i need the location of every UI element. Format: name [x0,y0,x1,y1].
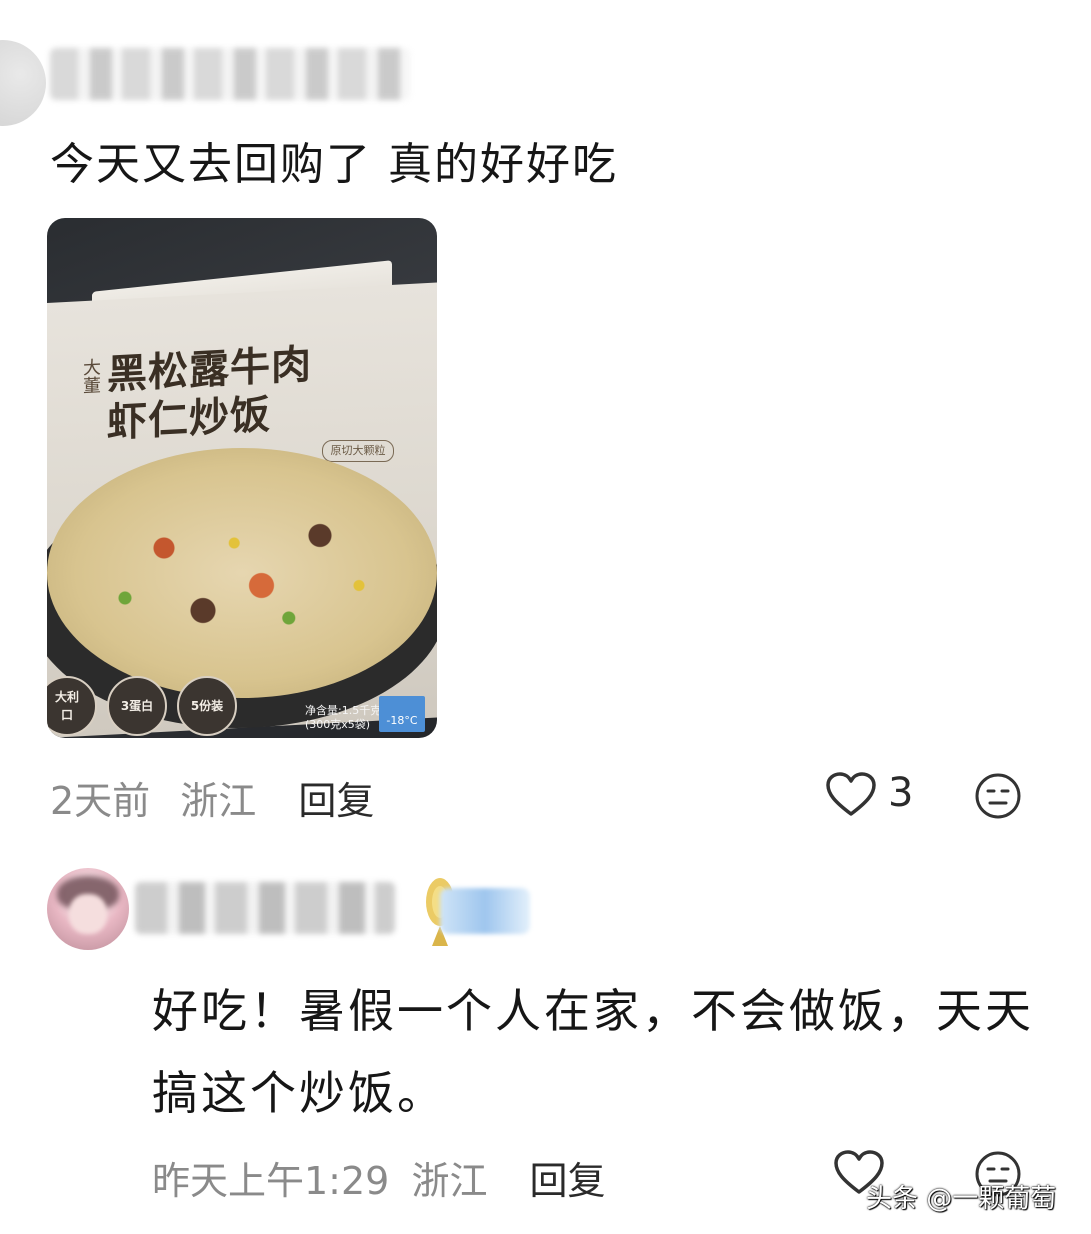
emoji-icon[interactable] [974,772,1022,824]
feature-icons: 大利 口 3蛋白 5份装 [47,676,237,736]
brand-mark: 大董 [80,357,101,395]
comment-time: 昨天上午1:29 [152,1159,390,1203]
net-weight: 净含量:1.5千克 (300克x5袋) [305,704,381,732]
avatar[interactable] [47,868,129,950]
fried-rice [47,448,437,698]
avatar-face [69,894,107,934]
watermark: 头条 @一颗葡萄 [866,1184,1057,1214]
comment-meta: 昨天上午1:29 浙江 回复 [152,1150,606,1205]
comment-location: 浙江 [180,779,257,823]
product-title: 黑松露牛肉 虾仁炒饭 [107,341,312,448]
feature-icon-3-label: 5份装 [190,699,224,713]
heart-icon[interactable] [825,772,877,822]
frozen-temp-tag: -18°C [379,696,425,732]
feature-icon-1: 大利 口 [47,676,97,736]
level-badge [440,888,530,934]
product-badge: 原切大颗粒 [322,440,394,462]
avatar[interactable] [0,40,46,126]
comment-text: 好吃！暑假一个人在家，不会做饭，天天搞这个炒饭。 [152,984,1034,1120]
feature-icon-1-line2: 口 [60,708,73,722]
username-blurred[interactable] [135,882,395,934]
comment-meta: 2天前 浙江 回复 [50,770,374,825]
net-weight-line2: (300克x5袋) [305,718,371,731]
net-weight-line1: 净含量:1.5千克 [305,704,382,717]
reply-button[interactable]: 回复 [298,779,374,823]
reply-button[interactable]: 回复 [530,1159,606,1203]
comment-text: 今天又去回购了 真的好好吃 [50,139,618,190]
username-blurred[interactable] [50,48,410,100]
comment-location: 浙江 [411,1159,488,1203]
comment-time: 2天前 [50,779,151,823]
comment-photo[interactable]: 大董 黑松露牛肉 虾仁炒饭 原切大颗粒 大利 口 3蛋白 5份装 净含量:1.5… [47,218,437,738]
like-count: 3 [888,770,914,816]
feature-icon-2-label: 3蛋白 [120,699,154,713]
feature-icon-3: 5份装 [177,676,237,736]
feature-icon-1-line1: 大利 [54,690,79,704]
feature-icon-2: 3蛋白 [107,676,167,736]
